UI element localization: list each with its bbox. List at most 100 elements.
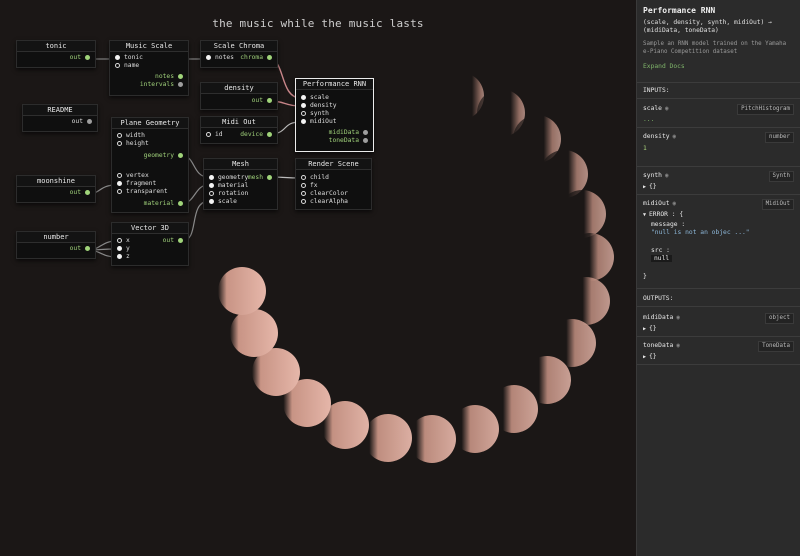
node-mesh[interactable]: Mesh geometry material rotation scale me… [203,158,278,210]
port-height[interactable]: height [117,140,149,148]
node-music-scale[interactable]: Music Scale tonic name notes intervals [109,40,189,96]
port-dot[interactable] [178,237,183,243]
port-out[interactable]: out [70,245,90,253]
port-name[interactable]: name [115,62,139,70]
port-out[interactable]: out [70,54,90,62]
port-fragment[interactable]: fragment [117,180,156,188]
port-notes[interactable]: notes [206,54,234,62]
port-dot[interactable] [115,62,120,68]
port-clearalpha[interactable]: clearAlpha [301,198,348,206]
port-vertex[interactable]: vertex [117,172,149,180]
expand-docs-link[interactable]: Expand Docs [643,63,685,70]
eye-icon[interactable]: ◉ [676,342,680,349]
port-mesh[interactable]: mesh [248,174,272,182]
caret-right-icon[interactable]: ▶ [643,326,646,332]
port-out[interactable]: out [70,189,90,197]
node-readme[interactable]: README out [22,104,98,132]
port-scale[interactable]: scale [301,94,329,102]
port-dot[interactable] [178,200,183,206]
port-tonedata[interactable]: toneData [329,137,368,145]
node-moonshine[interactable]: moonshine out [16,175,96,203]
port-geometry[interactable]: geometry [144,152,183,160]
input-midiout[interactable]: midiOut ◉ [643,200,676,207]
eye-icon[interactable]: ◉ [665,105,669,112]
node-scale-chroma[interactable]: Scale Chroma notes chroma [200,40,278,68]
node-number[interactable]: number out [16,231,96,259]
port-dot[interactable] [209,198,214,204]
port-width[interactable]: width [117,132,145,140]
output-tonedata[interactable]: toneData ◉ [643,342,680,349]
port-chroma[interactable]: chroma [240,54,272,62]
port-fx[interactable]: fx [301,182,318,190]
port-dot[interactable] [85,54,90,60]
node-density[interactable]: density out [200,82,278,110]
port-device[interactable]: device [240,131,272,139]
node-midi-out[interactable]: Midi Out id device [200,116,278,144]
input-density[interactable]: density ◉ [643,133,676,140]
caret-right-icon[interactable]: ▶ [643,184,646,190]
port-dot[interactable] [117,237,122,243]
port-dot[interactable] [301,110,306,116]
port-dot[interactable] [206,131,211,137]
port-dot[interactable] [363,137,368,143]
port-dot[interactable] [267,174,272,180]
caret-right-icon[interactable]: ▶ [643,354,646,360]
port-midiout[interactable]: midiOut [301,118,337,126]
port-notes[interactable]: notes [155,73,183,81]
port-dot[interactable] [267,131,272,137]
port-dot[interactable] [117,172,122,178]
port-out[interactable]: out [72,118,92,126]
port-dot[interactable] [117,188,122,194]
object-toggle[interactable]: ▶{} [643,353,657,360]
caret-down-icon[interactable]: ▼ [643,212,646,218]
port-synth[interactable]: synth [301,110,329,118]
eye-icon[interactable]: ◉ [665,172,669,179]
port-tonic[interactable]: tonic [115,54,143,62]
port-dot[interactable] [117,132,122,138]
port-mididata[interactable]: midiData [329,129,368,137]
port-dot[interactable] [209,182,214,188]
object-toggle[interactable]: ▶{} [643,183,657,190]
port-dot[interactable] [301,182,306,188]
port-dot[interactable] [178,73,183,79]
port-z[interactable]: z [117,253,130,261]
object-toggle[interactable]: ▶{} [643,325,657,332]
port-dot[interactable] [301,190,306,196]
port-dot[interactable] [87,118,92,124]
port-out[interactable]: out [163,237,183,245]
port-material[interactable]: material [144,200,183,208]
port-id[interactable]: id [206,131,223,139]
port-scale[interactable]: scale [209,198,237,206]
port-dot[interactable] [267,54,272,60]
port-child[interactable]: child [301,174,329,182]
port-dot[interactable] [115,54,120,60]
node-tonic[interactable]: tonic out [16,40,96,68]
port-dot[interactable] [301,174,306,180]
port-rotation[interactable]: rotation [209,190,248,198]
port-dot[interactable] [301,118,306,124]
port-material[interactable]: material [209,182,248,190]
port-out[interactable]: out [252,97,272,105]
input-synth[interactable]: synth ◉ [643,172,669,179]
eye-icon[interactable]: ◉ [673,200,677,207]
port-dot[interactable] [178,81,183,87]
error-toggle[interactable]: ▼ ERROR : { [643,211,683,218]
input-scale[interactable]: scale ◉ [643,105,669,112]
eye-icon[interactable]: ◉ [673,133,677,140]
port-dot[interactable] [178,152,183,158]
port-dot[interactable] [363,129,368,135]
output-mididata[interactable]: midiData ◉ [643,314,680,321]
node-render-scene[interactable]: Render Scene child fx clearColor clearAl… [295,158,372,210]
port-dot[interactable] [85,189,90,195]
port-dot[interactable] [117,140,122,146]
port-dot[interactable] [206,54,211,60]
port-x[interactable]: x [117,237,130,245]
port-dot[interactable] [209,174,214,180]
graph-canvas[interactable]: the music while the music lasts tonic ou… [0,0,636,556]
port-dot[interactable] [85,245,90,251]
port-dot[interactable] [117,180,122,186]
port-intervals[interactable]: intervals [140,81,183,89]
port-geometry[interactable]: geometry [209,174,248,182]
port-density[interactable]: density [301,102,337,110]
node-vector3d[interactable]: Vector 3D x y z out [111,222,189,266]
